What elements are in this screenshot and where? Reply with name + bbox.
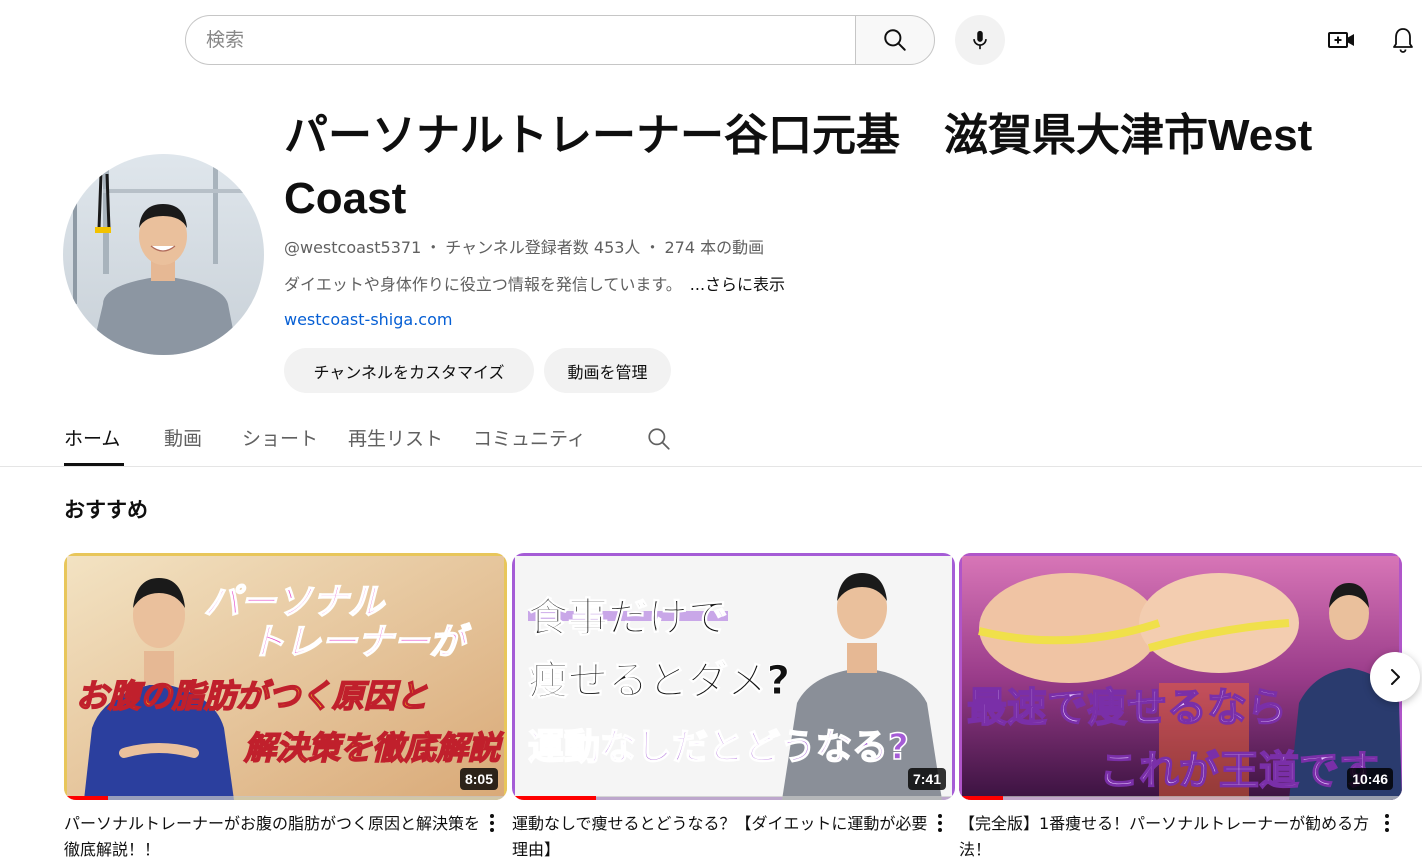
video-duration: 10:46 [1347,768,1393,790]
thumbnail-caption-line: 痩せるとダメ? [527,658,791,705]
thumbnail-caption: 最速で痩せるなら これが王道です [959,553,1402,800]
manage-videos-button[interactable]: 動画を管理 [544,348,671,393]
thumbnail-caption: パーソナル トレーナーが お腹の脂肪がつく原因と 解決策を徹底解説 [64,553,507,800]
channel-tabs: ホーム 動画 ショート 再生リスト コミュニティ [64,418,586,466]
customize-channel-button[interactable]: チャンネルをカスタマイズ [284,348,534,393]
tab-playlists[interactable]: 再生リスト [348,418,443,466]
thumbnail-caption-line: 食事だけで [528,595,729,642]
video-title[interactable]: 運動なしで痩せるとどうなる？【ダイエットに運動が必要理由】 [512,811,932,863]
video-count: 274 本の動画 [664,238,765,257]
channel-website-link[interactable]: westcoast-shiga.com [284,310,452,329]
show-more-link[interactable]: ...さらに表示 [690,275,785,294]
voice-search-button[interactable] [955,15,1005,65]
video-card[interactable]: パーソナル トレーナーが お腹の脂肪がつく原因と 解決策を徹底解説 8:05 パ… [64,553,507,859]
thumbnail-caption-line: 運動なしだとどうなる? [527,726,909,769]
create-button[interactable] [1322,22,1362,58]
channel-title: パーソナルトレーナー谷口元基 滋賀県大津市West Coast [284,111,1313,223]
create-video-icon [1328,32,1354,48]
tab-community[interactable]: コミュニティ [473,418,586,466]
section-title: おすすめ [64,498,148,522]
thumbnail-caption-line: 解決策を徹底解説 [243,728,501,768]
watch-progress-fill [64,796,109,800]
channel-description[interactable]: ダイエットや身体作りに役立つ情報を発信しています。 ...さらに表示 [284,271,785,295]
meta-separator: ・ [644,238,661,257]
video-thumbnail[interactable]: 最速で痩せるなら これが王道です 10:46 [959,553,1402,800]
thumbnail-caption-line: トレーナーが [248,621,466,664]
video-card[interactable]: 最速で痩せるなら これが王道です 10:46 【完全版】1番痩せる！パーソナルト… [959,553,1402,859]
thumbnail-caption-line: お腹の脂肪がつく原因と [75,676,429,716]
video-menu-button[interactable] [483,809,501,837]
channel-meta: @westcoast5371 ・チャンネル登録者数 453人・ 274 本の動画 [284,234,764,258]
channel-avatar[interactable] [63,154,264,355]
search-input[interactable] [206,29,856,51]
video-title[interactable]: 【完全版】1番痩せる！パーソナルトレーナーが勧める方法！ [959,811,1379,863]
thumbnail-caption-line: これが王道です [1098,747,1380,795]
search-icon [884,29,906,51]
watch-progress [64,796,507,800]
meta-separator: ・ [425,238,442,257]
search-icon [648,428,670,450]
microphone-icon [973,30,987,50]
video-duration: 8:05 [459,768,498,790]
video-card[interactable]: 食事だけで 痩せるとダメ? 運動なしだとどうなる? 7:41 運動なしで痩せると… [512,553,955,859]
video-menu-button[interactable] [931,809,949,837]
video-menu-button[interactable] [1378,809,1396,837]
video-title[interactable]: パーソナルトレーナーがお腹の脂肪がつく原因と解決策を徹底解説！！ [64,811,484,863]
carousel-next-button[interactable] [1370,652,1420,702]
thumbnail-caption: 食事だけで 痩せるとダメ? 運動なしだとどうなる? [512,553,955,800]
tab-home[interactable]: ホーム [64,418,124,466]
thumbnail-caption-line: 最速で痩せるなら [966,684,1288,732]
bell-icon [1393,28,1413,53]
search-button[interactable] [855,15,935,65]
watch-progress [512,796,955,800]
avatar-image [63,154,264,355]
video-duration: 7:41 [907,768,946,790]
search-box[interactable] [185,15,856,65]
tabs-divider [0,466,1422,467]
video-thumbnail[interactable]: パーソナル トレーナーが お腹の脂肪がつく原因と 解決策を徹底解説 8:05 [64,553,507,800]
watch-progress-fill [512,796,597,800]
channel-handle: @westcoast5371 [284,238,422,257]
video-thumbnail[interactable]: 食事だけで 痩せるとダメ? 運動なしだとどうなる? 7:41 [512,553,955,800]
description-text: ダイエットや身体作りに役立つ情報を発信しています。 [284,275,682,294]
watch-progress [959,796,1402,800]
chevron-right-icon [1391,669,1400,685]
channel-search-button[interactable] [646,426,672,452]
tab-videos[interactable]: 動画 [164,418,202,466]
tab-shorts[interactable]: ショート [242,418,318,466]
watch-progress-fill [959,796,1004,800]
subscriber-count: チャンネル登録者数 453人 [445,238,641,257]
notifications-button[interactable] [1383,22,1422,58]
